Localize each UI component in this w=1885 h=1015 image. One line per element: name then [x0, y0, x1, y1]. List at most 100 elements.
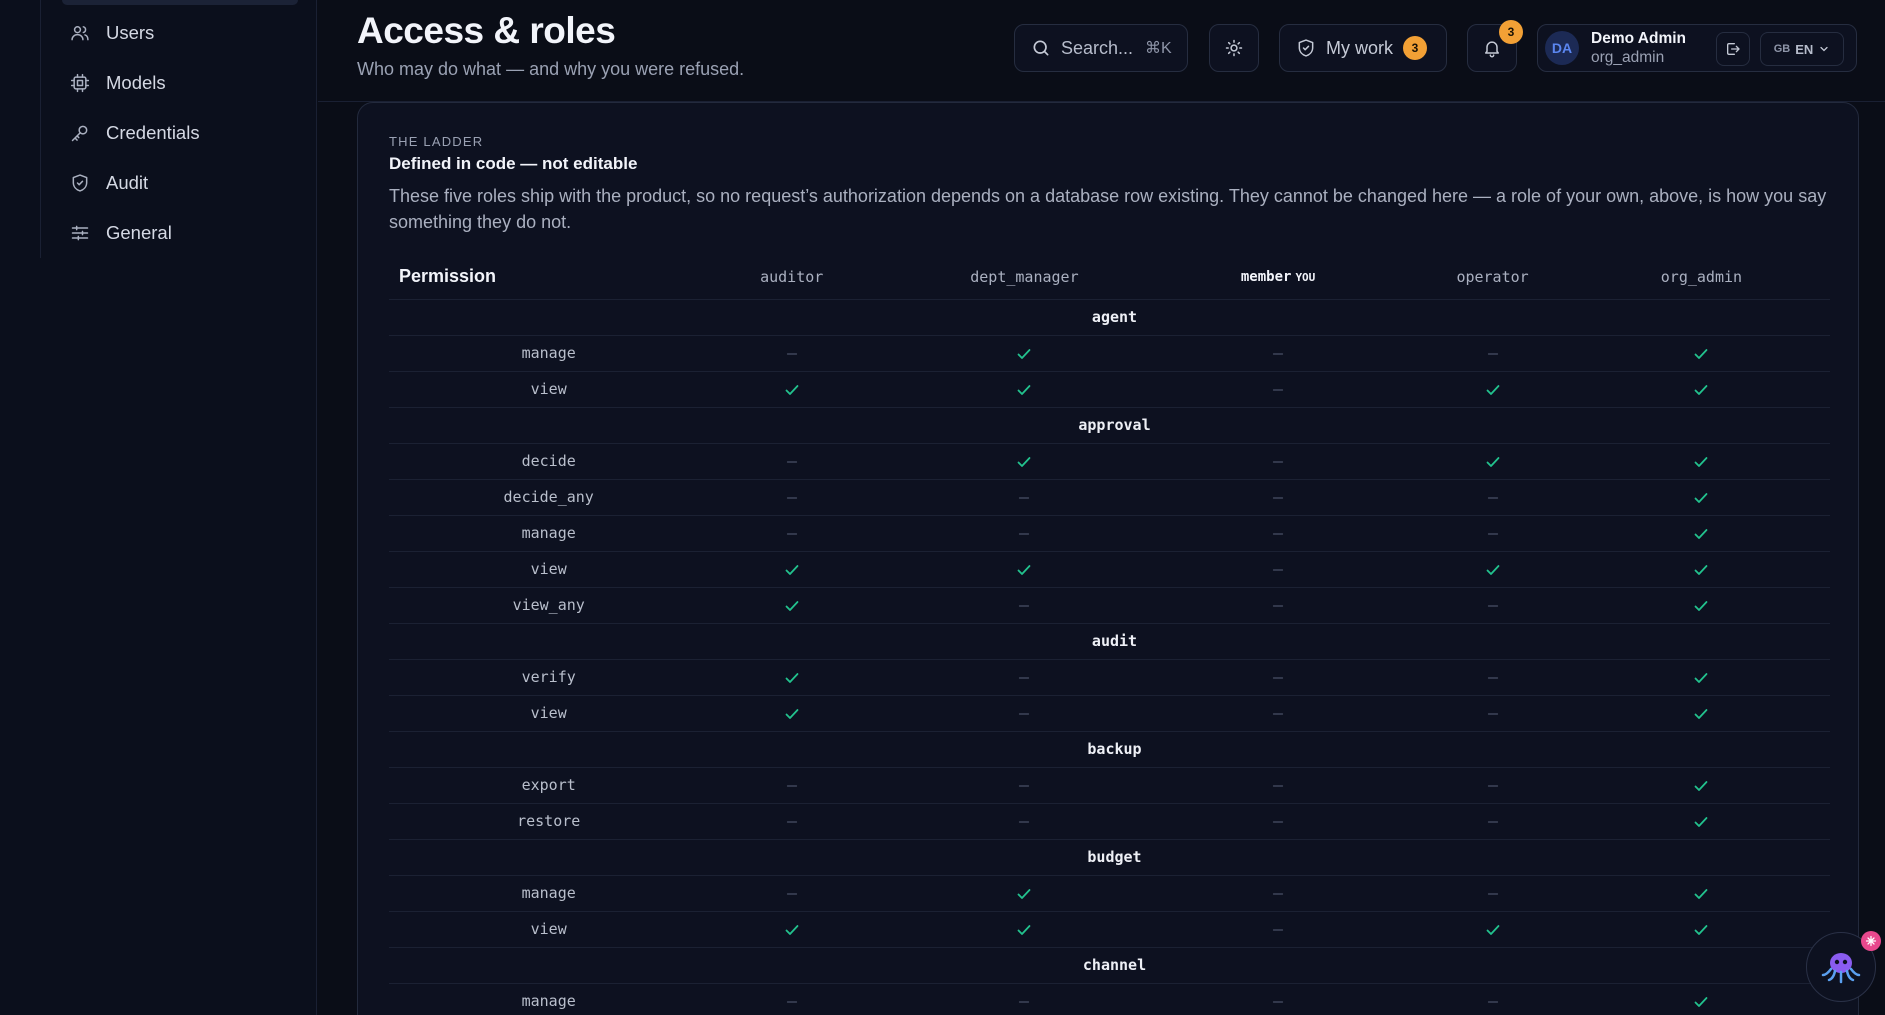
- dash-icon: [1272, 604, 1284, 607]
- permission-action-name: restore: [389, 803, 679, 840]
- permission-group-row: approval: [389, 407, 1830, 444]
- theme-toggle-button[interactable]: [1209, 24, 1259, 72]
- check-icon: [785, 924, 799, 935]
- granted-cell: [905, 335, 1144, 372]
- denied-cell: [1412, 479, 1573, 516]
- page-subtitle: Who may do what — and why you were refus…: [357, 59, 745, 79]
- permission-row: export: [389, 767, 1830, 804]
- logout-button[interactable]: [1716, 32, 1750, 66]
- permission-group-name: audit: [389, 623, 1830, 660]
- denied-cell: [1143, 803, 1413, 840]
- sidebar-item-models[interactable]: Models: [62, 62, 298, 104]
- dash-icon: [1487, 496, 1498, 499]
- denied-cell: [1143, 587, 1413, 624]
- sidebar-item-users[interactable]: Users: [62, 12, 298, 54]
- denied-cell: [905, 803, 1144, 840]
- role-column-header: dept_manager: [905, 255, 1144, 300]
- granted-cell: [905, 911, 1144, 948]
- check-icon: [1486, 384, 1499, 395]
- sun-icon: [1225, 39, 1243, 57]
- check-icon: [1018, 348, 1031, 359]
- check-icon: [1695, 780, 1708, 791]
- check-icon: [1695, 384, 1708, 395]
- dash-icon: [1272, 676, 1284, 679]
- permission-row: decide: [389, 443, 1830, 480]
- search-label: Search...: [1061, 37, 1134, 58]
- page-title: Access & roles: [357, 10, 616, 51]
- granted-cell: [1572, 911, 1830, 948]
- check-icon: [1018, 924, 1031, 935]
- check-icon: [1695, 888, 1708, 899]
- user-role: org_admin: [1591, 49, 1665, 66]
- denied-cell: [1143, 767, 1413, 804]
- dash-icon: [1272, 568, 1284, 571]
- check-icon: [1695, 816, 1708, 827]
- user-name: Demo Admin: [1591, 30, 1687, 47]
- denied-cell: [1143, 551, 1413, 588]
- search-button[interactable]: Search... ⌘K: [1014, 24, 1188, 72]
- check-icon: [785, 672, 799, 683]
- denied-cell: [905, 587, 1144, 624]
- denied-cell: [1412, 803, 1573, 840]
- language-flag: GB: [1773, 43, 1791, 55]
- sidebar-item-audit[interactable]: Audit: [62, 162, 298, 204]
- denied-cell: [678, 875, 905, 912]
- granted-cell: [1572, 875, 1830, 912]
- granted-cell: [1572, 335, 1830, 372]
- granted-cell: [678, 695, 905, 732]
- permission-group-name: backup: [389, 731, 1830, 768]
- sidebar-item-label: Users: [106, 22, 155, 43]
- dash-icon: [1272, 892, 1284, 895]
- permission-row: manage: [389, 983, 1830, 1015]
- dash-icon: [1272, 496, 1284, 499]
- check-icon: [1018, 456, 1031, 467]
- check-icon: [1695, 528, 1708, 539]
- check-icon: [1695, 672, 1708, 683]
- dash-icon: [1487, 532, 1498, 535]
- notifications-button[interactable]: 3: [1467, 20, 1523, 72]
- granted-cell: [1412, 443, 1573, 480]
- denied-cell: [905, 479, 1144, 516]
- check-icon: [1018, 888, 1031, 899]
- permission-action-name: manage: [389, 335, 679, 372]
- chip-icon: [70, 73, 90, 93]
- check-icon: [1018, 564, 1031, 575]
- check-icon: [1018, 384, 1031, 395]
- role-name: member: [1240, 268, 1292, 285]
- granted-cell: [905, 371, 1144, 408]
- denied-cell: [1143, 479, 1413, 516]
- permission-group-name: budget: [389, 839, 1830, 876]
- permission-row: view: [389, 551, 1830, 588]
- denied-cell: [905, 767, 1144, 804]
- sidebar-item-general[interactable]: General: [62, 212, 298, 254]
- dash-icon: [1272, 784, 1284, 787]
- permission-action-name: decide: [389, 443, 679, 480]
- permission-group-row: audit: [389, 623, 1830, 660]
- dash-icon: [1272, 820, 1284, 823]
- search-shortcut: ⌘K: [1145, 40, 1172, 57]
- assistant-button[interactable]: [1806, 931, 1881, 1002]
- dash-icon: [1019, 496, 1030, 499]
- granted-cell: [1572, 659, 1830, 696]
- my-work-count-badge: 3: [1403, 36, 1427, 60]
- check-icon: [1695, 492, 1708, 503]
- sidebar-active-item-edge: [62, 0, 298, 5]
- denied-cell: [905, 659, 1144, 696]
- dash-icon: [786, 532, 797, 535]
- sidebar-item-credentials[interactable]: Credentials: [62, 112, 298, 154]
- granted-cell: [1572, 803, 1830, 840]
- user-menu[interactable]: DA Demo Admin org_admin GB EN: [1537, 24, 1857, 72]
- shield-check-icon: [1298, 39, 1314, 57]
- shield-icon: [72, 174, 88, 192]
- permission-row: restore: [389, 803, 1830, 840]
- role-column-header: org_admin: [1572, 255, 1830, 300]
- language-selector[interactable]: GB EN: [1760, 32, 1844, 66]
- my-work-button[interactable]: My work 3: [1279, 24, 1447, 72]
- dash-icon: [1487, 1000, 1498, 1003]
- denied-cell: [1143, 659, 1413, 696]
- check-icon: [785, 564, 799, 575]
- sidebar-divider: [40, 0, 41, 258]
- granted-cell: [1572, 371, 1830, 408]
- check-icon: [1695, 564, 1708, 575]
- denied-cell: [678, 803, 905, 840]
